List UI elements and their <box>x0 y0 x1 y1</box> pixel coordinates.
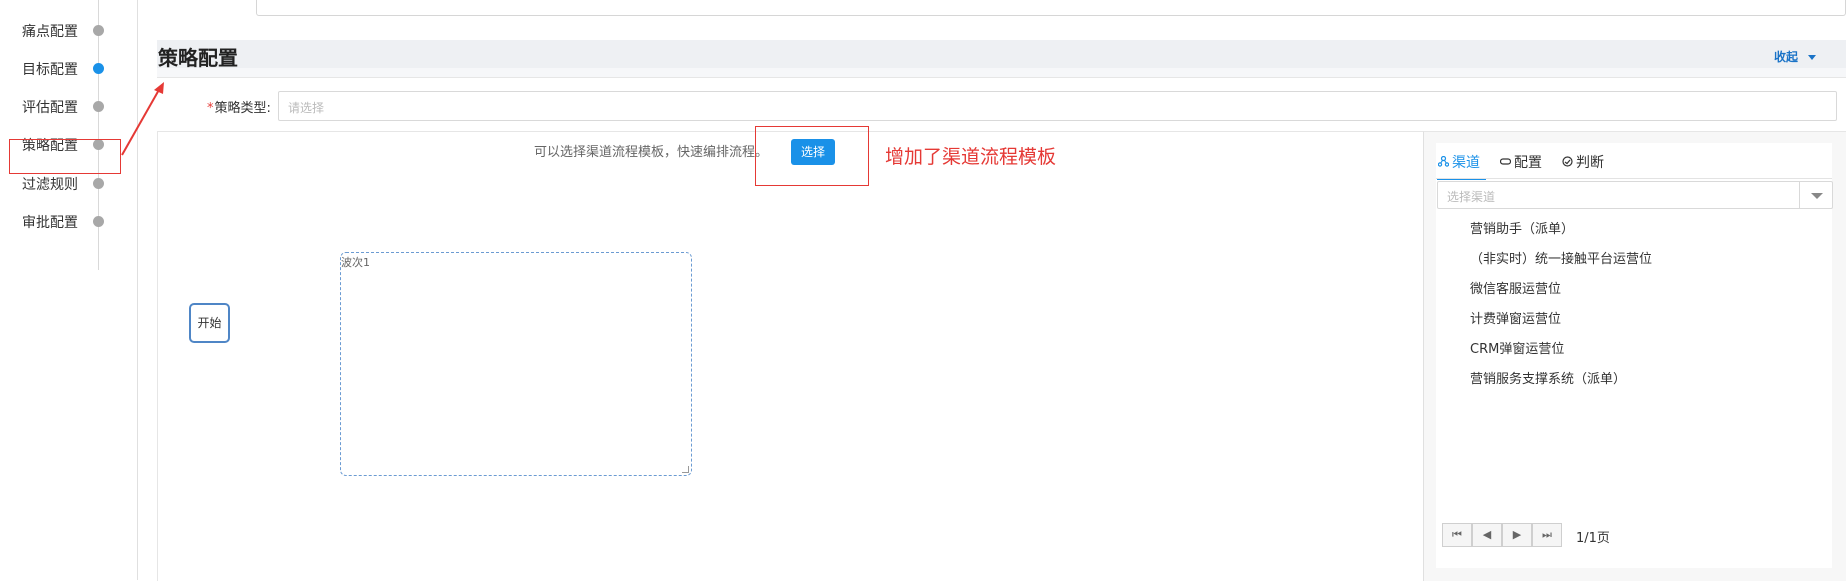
step-dot-icon <box>93 178 104 189</box>
wave-label: 波次1 <box>341 256 370 269</box>
last-page-icon: ⏭ <box>1542 528 1552 541</box>
channel-item[interactable]: CRM弹窗运营位 <box>1470 340 1652 370</box>
start-node[interactable]: 开始 <box>189 303 230 343</box>
channel-select[interactable]: 选择渠道 <box>1437 181 1833 209</box>
prev-page-icon: ◀ <box>1482 528 1492 541</box>
strategy-type-placeholder: 请选择 <box>288 101 325 115</box>
channel-item[interactable]: 营销助手（派单） <box>1470 220 1652 250</box>
nav-item-label: 目标配置 <box>22 62 78 78</box>
last-page-button[interactable]: ⏭ <box>1532 523 1562 547</box>
nav-item-label: 过滤规则 <box>22 177 78 193</box>
caret-down-icon <box>1808 55 1816 60</box>
tab-label: 配置 <box>1514 155 1542 171</box>
previous-section-panel <box>256 0 1846 16</box>
nav-item-label: 评估配置 <box>22 100 78 116</box>
template-hint-text: 可以选择渠道流程模板，快速编排流程。 <box>534 145 769 160</box>
collapse-button[interactable]: 收起 <box>1774 48 1816 65</box>
step-dot-active-icon <box>93 63 104 74</box>
section-title: 策略配置 <box>158 46 238 70</box>
judge-icon <box>1561 156 1573 170</box>
channel-icon <box>1437 155 1449 170</box>
prev-page-button[interactable]: ◀ <box>1472 523 1502 547</box>
step-dot-icon <box>93 25 104 36</box>
nav-item-label: 审批配置 <box>22 215 78 231</box>
first-page-button[interactable]: ⏮ <box>1442 523 1472 547</box>
caret-down-icon <box>1811 193 1823 199</box>
tab-label: 判断 <box>1576 155 1604 171</box>
config-loop-icon <box>1499 156 1511 170</box>
collapse-label: 收起 <box>1773 50 1798 64</box>
annotation-highlight-box <box>9 139 121 174</box>
tab-config[interactable]: 配置 <box>1499 152 1542 178</box>
channel-item[interactable]: （非实时）统一接触平台运营位 <box>1470 250 1652 280</box>
page-info: 1/1页 <box>1576 531 1610 546</box>
strategy-type-select[interactable]: 请选择 <box>278 91 1837 121</box>
left-step-nav: 痛点配置 目标配置 评估配置 策略配置 过滤规则 审批配置 <box>0 0 138 580</box>
select-template-button[interactable]: 选择 <box>791 139 835 165</box>
required-mark: * <box>207 101 214 116</box>
channel-item[interactable]: 营销服务支撑系统（派单） <box>1470 370 1652 400</box>
section-header: 策略配置 收起 <box>157 40 1846 70</box>
nav-item-label: 痛点配置 <box>22 24 78 40</box>
dropdown-toggle[interactable] <box>1799 182 1832 208</box>
step-dot-icon <box>93 216 104 227</box>
strategy-type-label-text: 策略类型: <box>214 101 271 116</box>
wave-container[interactable]: 波次1 <box>340 252 692 476</box>
tab-label: 渠道 <box>1452 155 1480 171</box>
channel-item[interactable]: 微信客服运营位 <box>1470 280 1652 310</box>
channel-list: 营销助手（派单） （非实时）统一接触平台运营位 微信客服运营位 计费弹窗运营位 … <box>1470 220 1652 400</box>
nav-item-approval[interactable]: 审批配置 <box>0 198 137 242</box>
strategy-type-label: *策略类型: <box>207 97 271 116</box>
first-page-icon: ⏮ <box>1452 528 1462 541</box>
tabs-divider <box>1436 178 1832 179</box>
annotation-text: 增加了渠道流程模板 <box>885 146 1057 168</box>
next-page-icon: ▶ <box>1512 528 1522 541</box>
channel-select-placeholder: 选择渠道 <box>1447 190 1496 204</box>
palette-tabs: 渠道 配置 判断 <box>1437 152 1832 180</box>
next-page-button[interactable]: ▶ <box>1502 523 1532 547</box>
channel-item[interactable]: 计费弹窗运营位 <box>1470 310 1652 340</box>
tab-channel[interactable]: 渠道 <box>1437 152 1486 180</box>
section-header-divider <box>157 68 1846 78</box>
resize-handle-icon[interactable] <box>682 466 689 473</box>
step-dot-icon <box>93 101 104 112</box>
tab-judge[interactable]: 判断 <box>1561 152 1604 178</box>
